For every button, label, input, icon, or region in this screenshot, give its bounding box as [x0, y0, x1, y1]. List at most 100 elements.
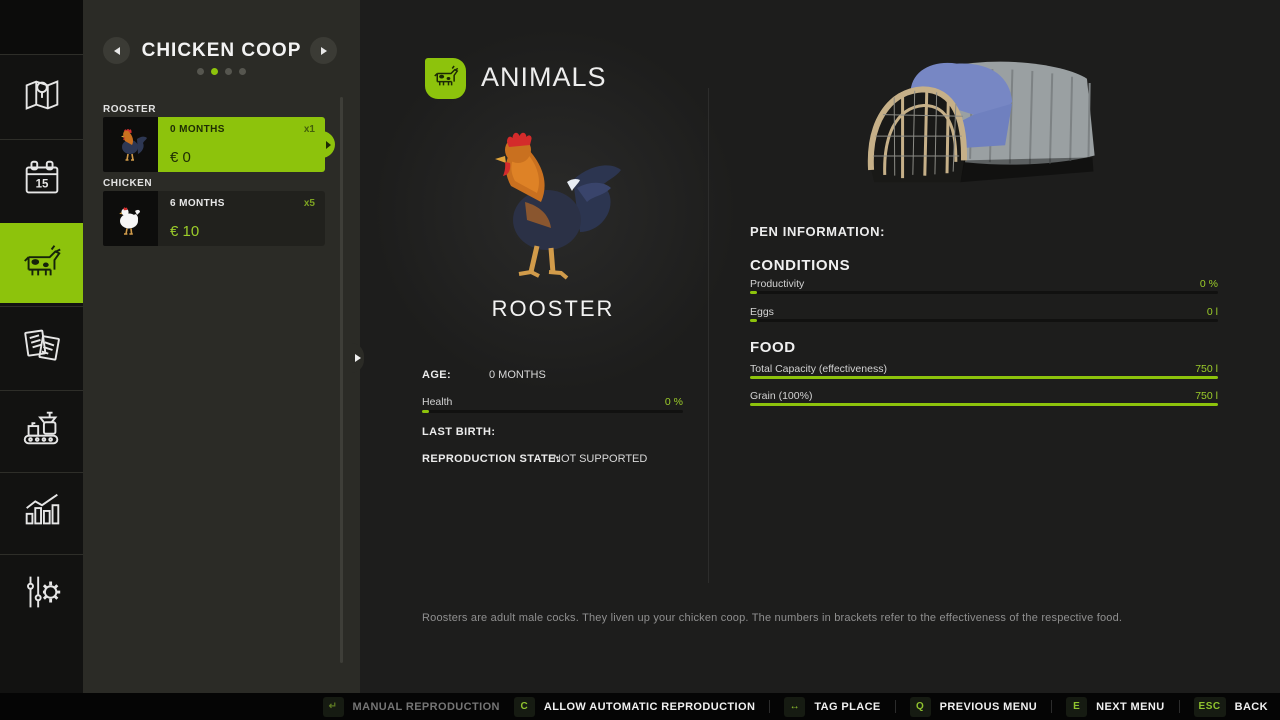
- page-dot-active: [211, 68, 218, 75]
- settings-sliders-icon: [19, 569, 65, 620]
- svg-text:15: 15: [35, 178, 48, 190]
- tab-key-icon: ↔: [784, 697, 805, 717]
- animals-menu-screen: 15: [0, 0, 1280, 720]
- section-title: ANIMALS: [481, 62, 607, 93]
- q-key-icon: Q: [910, 697, 931, 717]
- total-capacity-value: 750 l: [1118, 363, 1218, 375]
- main-content: ANIMALS: [360, 0, 1280, 693]
- animal-description: Roosters are adult male cocks. They live…: [422, 612, 1122, 624]
- item-count: x5: [304, 198, 315, 209]
- hint-previous-menu[interactable]: Q PREVIOUS MENU: [910, 697, 1038, 717]
- reproduction-label: REPRODUCTION STATE:: [422, 453, 560, 465]
- footer-separator: [769, 700, 770, 713]
- list-scrollbar[interactable]: [340, 97, 343, 663]
- group-label-chicken: CHICKEN: [103, 178, 152, 189]
- page-dots: [83, 68, 360, 75]
- total-capacity-bar-fill: [750, 376, 1218, 379]
- hint-next-menu[interactable]: E NEXT MENU: [1066, 697, 1164, 717]
- list-item-chicken[interactable]: 6 MONTHS x5 € 10: [103, 191, 325, 246]
- list-item-body: 0 MONTHS x1 € 0: [158, 117, 325, 172]
- grain-bar: [750, 403, 1218, 406]
- hint-label: NEXT MENU: [1096, 701, 1164, 713]
- health-value: 0 %: [583, 396, 683, 408]
- panel-divider: [708, 88, 709, 583]
- hint-label: TAG PLACE: [814, 701, 880, 713]
- sidebar-item-finances[interactable]: [0, 306, 83, 388]
- rail-top-spacer: [0, 0, 83, 55]
- statistics-icon: [19, 487, 65, 538]
- pen-information-title: PEN INFORMATION:: [750, 224, 885, 239]
- item-price: € 0: [170, 149, 191, 166]
- hint-label: PREVIOUS MENU: [940, 701, 1038, 713]
- hint-back[interactable]: ESC BACK: [1194, 697, 1268, 717]
- sidebar-item-settings[interactable]: [0, 554, 83, 634]
- sidebar-item-statistics[interactable]: [0, 472, 83, 552]
- conditions-title: CONDITIONS: [750, 257, 850, 274]
- sidebar-item-animals[interactable]: [0, 223, 83, 303]
- hint-label: ALLOW AUTOMATIC REPRODUCTION: [544, 701, 755, 713]
- productivity-bar: [750, 291, 1218, 294]
- production-icon: [19, 405, 65, 456]
- eggs-bar-fill: [750, 319, 757, 322]
- health-bar-fill: [422, 410, 429, 413]
- footer-separator: [895, 700, 896, 713]
- page-dot: [197, 68, 204, 75]
- group-label-rooster: ROOSTER: [103, 104, 156, 115]
- rooster-thumbnail-icon: [103, 117, 158, 172]
- eggs-bar: [750, 319, 1218, 322]
- chevron-right-icon: [355, 354, 361, 362]
- hint-tag-place[interactable]: ↔ TAG PLACE: [784, 697, 880, 717]
- esc-key-icon: ESC: [1194, 697, 1226, 717]
- chicken-coop-image: [848, 52, 1128, 212]
- item-age: 0 MONTHS: [170, 124, 315, 135]
- hint-allow-automatic-reproduction[interactable]: C ALLOW AUTOMATIC REPRODUCTION: [514, 697, 755, 717]
- hint-manual-reproduction[interactable]: ↵ MANUAL REPRODUCTION: [323, 697, 500, 717]
- sidebar-item-calendar[interactable]: 15: [0, 139, 83, 222]
- hint-label: MANUAL REPRODUCTION: [353, 701, 500, 713]
- item-price: € 10: [170, 223, 199, 240]
- item-age: 6 MONTHS: [170, 198, 315, 209]
- food-title: FOOD: [750, 339, 796, 356]
- footer-separator: [1179, 700, 1180, 713]
- chevron-right-icon: [326, 141, 331, 149]
- eggs-label: Eggs: [750, 306, 774, 318]
- calendar-icon: 15: [19, 156, 65, 207]
- sidebar-item-production[interactable]: [0, 390, 83, 470]
- animal-name: ROOSTER: [420, 296, 686, 322]
- enter-key-icon: ↵: [323, 697, 344, 717]
- page-dot: [239, 68, 246, 75]
- footer-hint-bar: ↵ MANUAL REPRODUCTION C ALLOW AUTOMATIC …: [0, 693, 1280, 720]
- health-label: Health: [422, 396, 452, 408]
- sidebar-rail: 15: [0, 0, 83, 720]
- reproduction-value: NOT SUPPORTED: [553, 453, 647, 465]
- age-label: AGE:: [422, 369, 451, 381]
- list-item-body: 6 MONTHS x5 € 10: [158, 191, 325, 246]
- health-bar: [422, 410, 683, 413]
- footer-separator: [1051, 700, 1052, 713]
- productivity-label: Productivity: [750, 278, 804, 290]
- eggs-value: 0 l: [1118, 306, 1218, 318]
- productivity-bar-fill: [750, 291, 757, 294]
- c-key-icon: C: [514, 697, 535, 717]
- sidebar-item-map[interactable]: [0, 56, 83, 139]
- e-key-icon: E: [1066, 697, 1087, 717]
- total-capacity-bar: [750, 376, 1218, 379]
- last-birth-label: LAST BIRTH:: [422, 426, 495, 438]
- grain-bar-fill: [750, 403, 1218, 406]
- chicken-thumbnail-icon: [103, 191, 158, 246]
- hint-label: BACK: [1235, 701, 1268, 713]
- age-value: 0 MONTHS: [489, 369, 546, 381]
- animals-badge: [425, 58, 466, 99]
- cow-icon: [431, 61, 461, 96]
- list-item-rooster[interactable]: 0 MONTHS x1 € 0: [103, 117, 325, 172]
- grain-value: 750 l: [1118, 390, 1218, 402]
- cow-icon: [19, 238, 65, 289]
- animal-list-panel: CHICKEN COOP ROOSTER: [83, 0, 360, 720]
- map-icon: [19, 72, 65, 123]
- total-capacity-label: Total Capacity (effectiveness): [750, 363, 887, 375]
- documents-icon: [19, 322, 65, 373]
- rooster-image: [455, 118, 655, 290]
- page-dot: [225, 68, 232, 75]
- selected-item-notch: [321, 131, 335, 158]
- item-count: x1: [304, 124, 315, 135]
